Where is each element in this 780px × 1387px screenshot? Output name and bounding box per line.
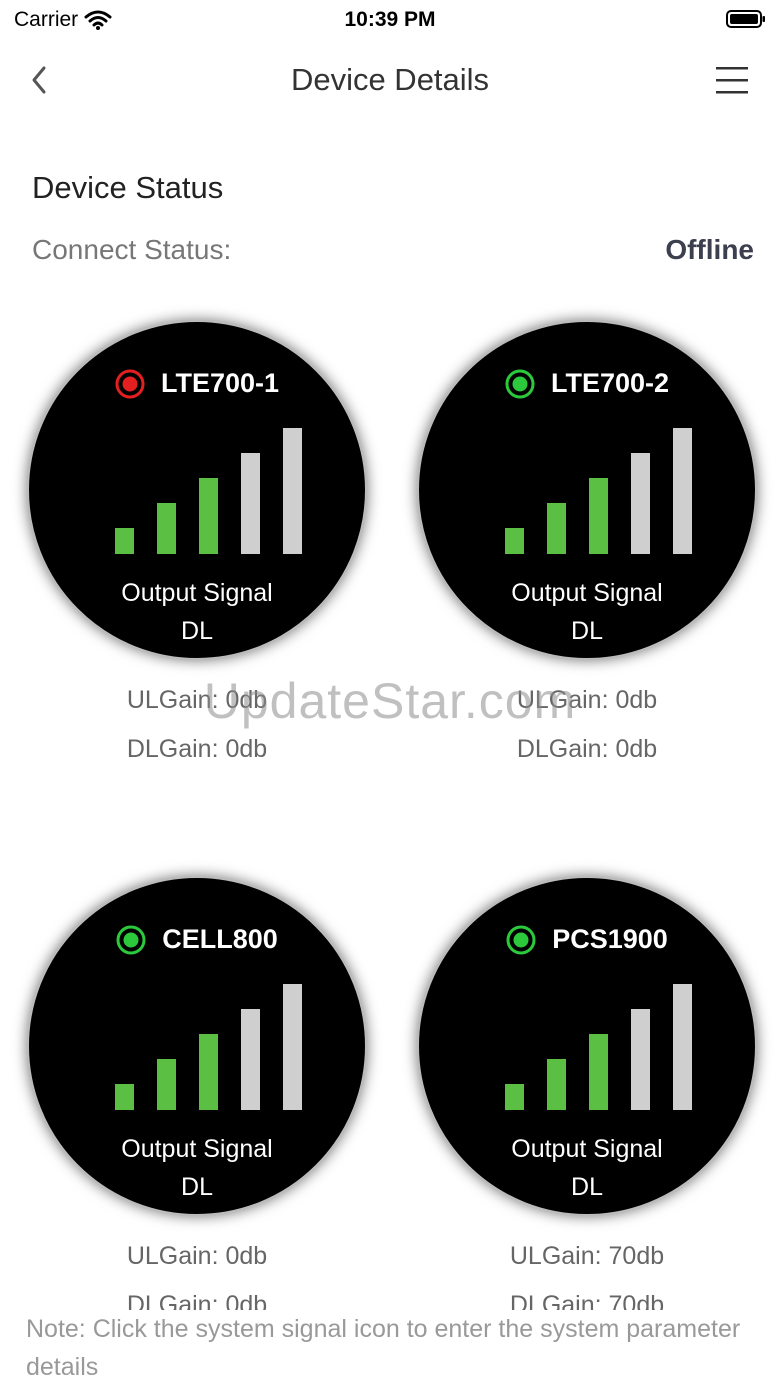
- signal-bar: [157, 503, 176, 554]
- signal-bar: [241, 1009, 260, 1110]
- status-led-icon: [115, 369, 145, 398]
- signal-bars: [505, 983, 695, 1110]
- dial-header: PCS1900: [419, 924, 755, 955]
- ul-gain: ULGain: 70db: [509, 1242, 665, 1270]
- dial-caption: Output Signal DL: [29, 1130, 365, 1206]
- nav-bar: Device Details: [0, 50, 780, 110]
- gain-values: ULGain: 0db DLGain: 0db: [27, 676, 367, 774]
- signal-bar: [115, 1084, 134, 1110]
- signal-dial[interactable]: PCS1900 Output Signal DL: [417, 876, 757, 1216]
- ul-gain: ULGain: 0db: [126, 1242, 268, 1270]
- clock: 10:39 PM: [344, 8, 436, 31]
- signal-bars: [115, 427, 305, 554]
- caption-line-2: DL: [181, 617, 213, 645]
- signal-bars: [115, 983, 305, 1110]
- status-led-icon: [505, 369, 535, 398]
- signal-bar: [589, 1034, 608, 1110]
- dial-header: LTE700-1: [29, 368, 365, 399]
- gain-values: ULGain: 0db DLGain: 0db: [417, 676, 757, 774]
- battery-icon: [726, 10, 765, 28]
- band-name: PCS1900: [552, 924, 668, 954]
- page-title: Device Details: [290, 62, 490, 97]
- signal-bar: [115, 528, 134, 554]
- signal-dial[interactable]: LTE700-2 Output Signal DL: [417, 320, 757, 660]
- signal-bar: [547, 1059, 566, 1110]
- status-bar: Carrier 10:39 PM: [0, 0, 780, 40]
- status-led-icon: [506, 925, 536, 954]
- signal-dial[interactable]: CELL800 Output Signal DL: [27, 876, 367, 1216]
- band-name: LTE700-1: [160, 368, 280, 398]
- ul-gain: ULGain: 0db: [126, 686, 268, 714]
- dial-caption: Output Signal DL: [29, 574, 365, 650]
- signal-bar: [199, 478, 218, 554]
- hamburger-menu-icon: [716, 67, 748, 94]
- signal-bar: [673, 984, 692, 1110]
- caption-line-1: Output Signal: [121, 579, 273, 607]
- caption-line-2: DL: [571, 1173, 603, 1201]
- caption-line-1: Output Signal: [121, 1135, 273, 1163]
- dial-header: LTE700-2: [419, 368, 755, 399]
- dial-caption: Output Signal DL: [419, 1130, 755, 1206]
- signal-bar: [241, 453, 260, 554]
- status-led-icon: [116, 925, 146, 954]
- signal-bar: [199, 1034, 218, 1110]
- signal-bars: [505, 427, 695, 554]
- dl-gain: DLGain: 0db: [516, 735, 658, 763]
- menu-button[interactable]: [714, 64, 750, 96]
- signal-bar: [505, 528, 524, 554]
- caption-line-2: DL: [571, 617, 603, 645]
- band-name: CELL800: [162, 924, 278, 954]
- dial-header: CELL800: [29, 924, 365, 955]
- signal-bar: [157, 1059, 176, 1110]
- ul-gain: ULGain: 0db: [516, 686, 658, 714]
- dl-gain: DLGain: 0db: [126, 735, 268, 763]
- connect-status-label: Connect Status:: [32, 234, 232, 265]
- signal-dial[interactable]: LTE700-1 Output Signal DL: [27, 320, 367, 660]
- band-name: LTE700-2: [550, 368, 670, 398]
- signal-bar: [283, 428, 302, 554]
- section-title: Device Status: [32, 170, 224, 205]
- caption-line-1: Output Signal: [511, 1135, 663, 1163]
- help-note: Note: Click the system signal icon to en…: [26, 1310, 746, 1386]
- caption-line-1: Output Signal: [511, 579, 663, 607]
- dial-caption: Output Signal DL: [419, 574, 755, 650]
- signal-bar: [631, 453, 650, 554]
- signal-bar: [673, 428, 692, 554]
- caption-line-2: DL: [181, 1173, 213, 1201]
- signal-bar: [631, 1009, 650, 1110]
- signal-bar: [547, 503, 566, 554]
- connect-status-value: Offline: [665, 234, 754, 265]
- signal-bar: [283, 984, 302, 1110]
- signal-bar: [505, 1084, 524, 1110]
- signal-bar: [589, 478, 608, 554]
